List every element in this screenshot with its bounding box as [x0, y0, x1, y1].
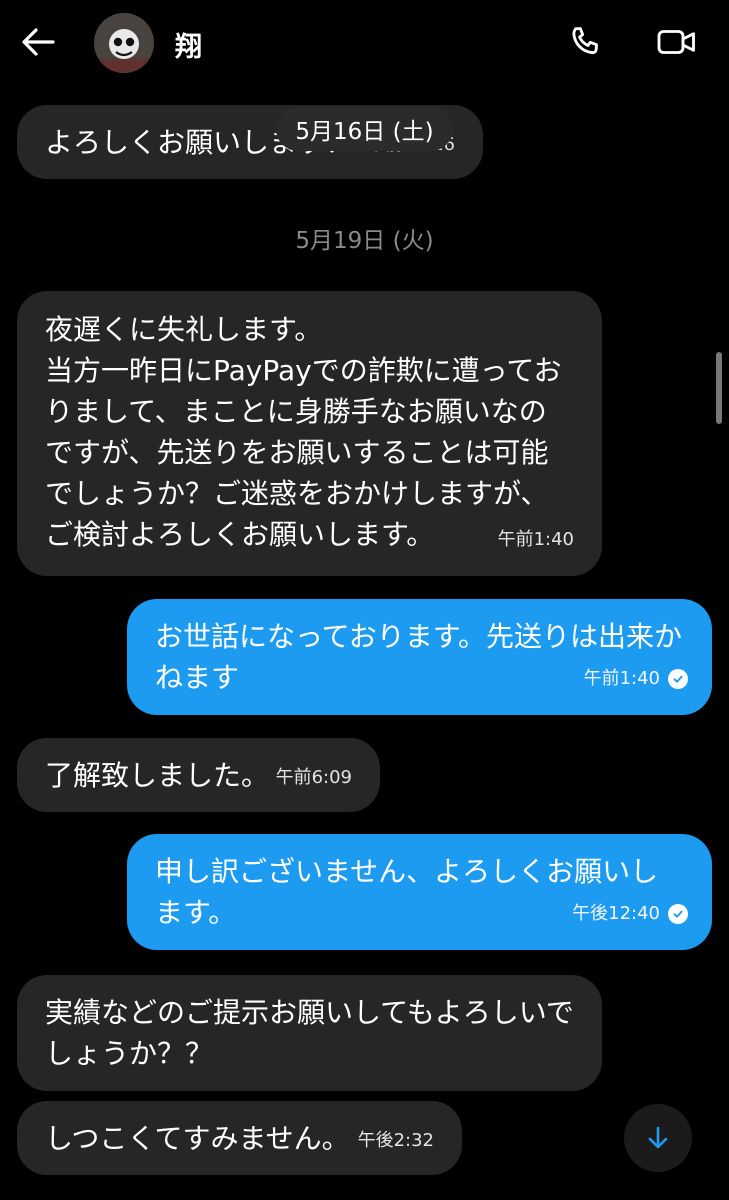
message-bubble-incoming[interactable]: 了解致しました。 午前6:09: [17, 738, 380, 812]
message-bubble-outgoing[interactable]: お世話になっております。先送りは出来かねます 午前1:40: [127, 599, 712, 715]
message-time: 午前6:09: [275, 767, 352, 788]
message-time: 午前1:40: [583, 668, 660, 689]
message-text: 夜遅くに失礼します。 当方一昨日にPayPayでの詐欺に遭っておりまして、まこと…: [45, 313, 562, 551]
contact-avatar[interactable]: [94, 13, 154, 73]
message-bubble-incoming[interactable]: 夜遅くに失礼します。 当方一昨日にPayPayでの詐欺に遭っておりまして、まこと…: [17, 291, 602, 576]
video-call-button[interactable]: [652, 22, 702, 62]
chat-header: 翔: [0, 0, 729, 90]
video-camera-icon: [657, 30, 695, 54]
date-separator: 5月19日 (火): [295, 228, 434, 254]
sticky-date-pill: 5月16日 (土): [276, 107, 453, 151]
back-arrow-icon: [22, 28, 55, 56]
message-meta: 午後12:40: [572, 893, 688, 934]
back-button[interactable]: [18, 22, 58, 62]
message-time: 午前1:40: [497, 529, 574, 550]
phone-icon: [572, 27, 598, 55]
message-bubble-incoming[interactable]: しつこくてすみません。 午後2:32: [17, 1101, 462, 1175]
message-time: 午後2:32: [357, 1130, 434, 1151]
voice-call-button[interactable]: [566, 22, 606, 62]
read-check-icon: [668, 903, 688, 924]
message-bubble-outgoing[interactable]: 申し訳ございません、よろしくお願いします。 午後12:40: [127, 834, 712, 950]
message-bubble-incoming[interactable]: 実績などのご提示お願いしてもよろしいでしょうか？？: [17, 975, 602, 1091]
message-time: 午後12:40: [572, 903, 660, 924]
arrow-down-icon: [648, 1126, 668, 1149]
scrollbar-thumb[interactable]: [716, 352, 722, 424]
message-meta: 午前1:40: [584, 658, 688, 699]
contact-name[interactable]: 翔: [175, 25, 202, 64]
scroll-to-bottom-button[interactable]: [624, 1104, 692, 1172]
read-check-icon: [668, 668, 688, 689]
message-text: 実績などのご提示お願いしてもよろしいでしょうか？？: [45, 996, 574, 1070]
